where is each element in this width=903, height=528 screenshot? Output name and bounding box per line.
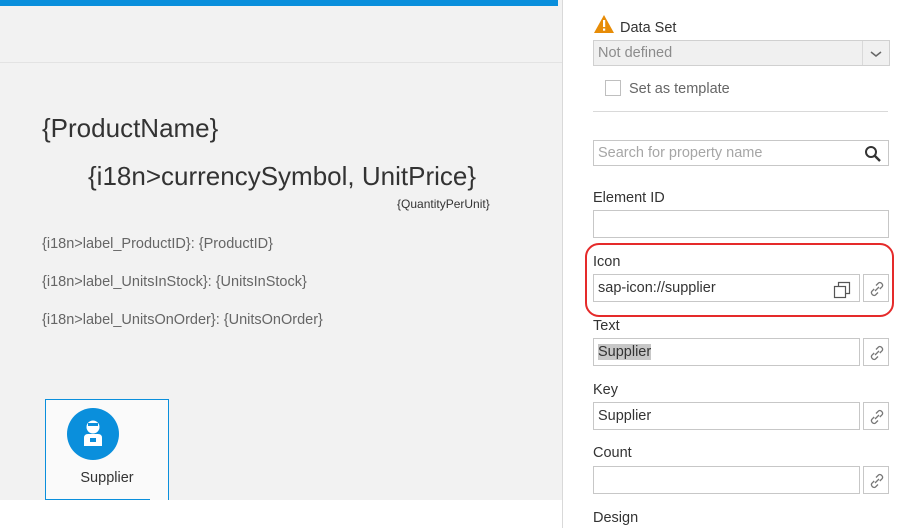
data-set-value: Not defined (598, 45, 673, 61)
text-binding-button[interactable] (863, 338, 889, 366)
count-field-label: Count (593, 445, 632, 461)
supplier-icon-circle (67, 408, 119, 460)
panel-separator (593, 111, 888, 112)
supplier-tile-label: Supplier (80, 470, 134, 486)
design-section-label: Design (593, 510, 639, 526)
chevron-down-icon (870, 51, 882, 57)
product-name-title[interactable]: {ProductName} (42, 113, 218, 144)
link-icon (870, 473, 884, 489)
unit-price-number[interactable]: {i18n>currencySymbol, UnitPrice} (88, 161, 476, 192)
attribute-units-in-stock[interactable]: {i18n>label_UnitsInStock}: {UnitsInStock… (42, 274, 307, 290)
key-binding-button[interactable] (863, 402, 889, 430)
preview-canvas: {ProductName} {i18n>currencySymbol, Unit… (0, 0, 562, 528)
canvas-top-bar (0, 0, 558, 6)
data-set-label: Data Set (620, 20, 677, 36)
key-input[interactable]: Supplier (593, 402, 860, 430)
text-field-label: Text (593, 318, 620, 334)
property-search-input[interactable] (596, 143, 860, 163)
canvas-bottom-area (0, 500, 562, 528)
attribute-product-id[interactable]: {i18n>label_ProductID}: {ProductID} (42, 236, 273, 252)
data-set-dropdown-arrow[interactable] (862, 41, 889, 65)
text-value: Supplier (598, 344, 652, 360)
link-icon (870, 345, 884, 361)
icon-field-highlight (585, 243, 894, 317)
set-as-template-checkbox[interactable] (605, 80, 621, 96)
data-set-select[interactable]: Not defined (593, 40, 890, 66)
key-field-label: Key (593, 382, 618, 398)
supplier-icon (84, 420, 102, 446)
count-binding-button[interactable] (863, 466, 889, 494)
element-id-input[interactable] (593, 210, 889, 238)
text-input[interactable]: Supplier (593, 338, 860, 366)
search-icon[interactable] (864, 145, 882, 163)
set-as-template-label: Set as template (629, 81, 730, 97)
element-id-label: Element ID (593, 190, 665, 206)
property-search-box[interactable] (593, 140, 889, 166)
count-input[interactable] (593, 466, 860, 494)
attribute-units-on-order[interactable]: {i18n>label_UnitsOnOrder}: {UnitsOnOrder… (42, 312, 323, 328)
key-value: Supplier (598, 408, 652, 424)
canvas-header-separator (0, 62, 562, 63)
warning-icon (594, 15, 614, 33)
quantity-per-unit[interactable]: {QuantityPerUnit} (397, 197, 490, 211)
supplier-tab-tile[interactable]: Supplier (45, 399, 169, 502)
link-icon (870, 409, 884, 425)
